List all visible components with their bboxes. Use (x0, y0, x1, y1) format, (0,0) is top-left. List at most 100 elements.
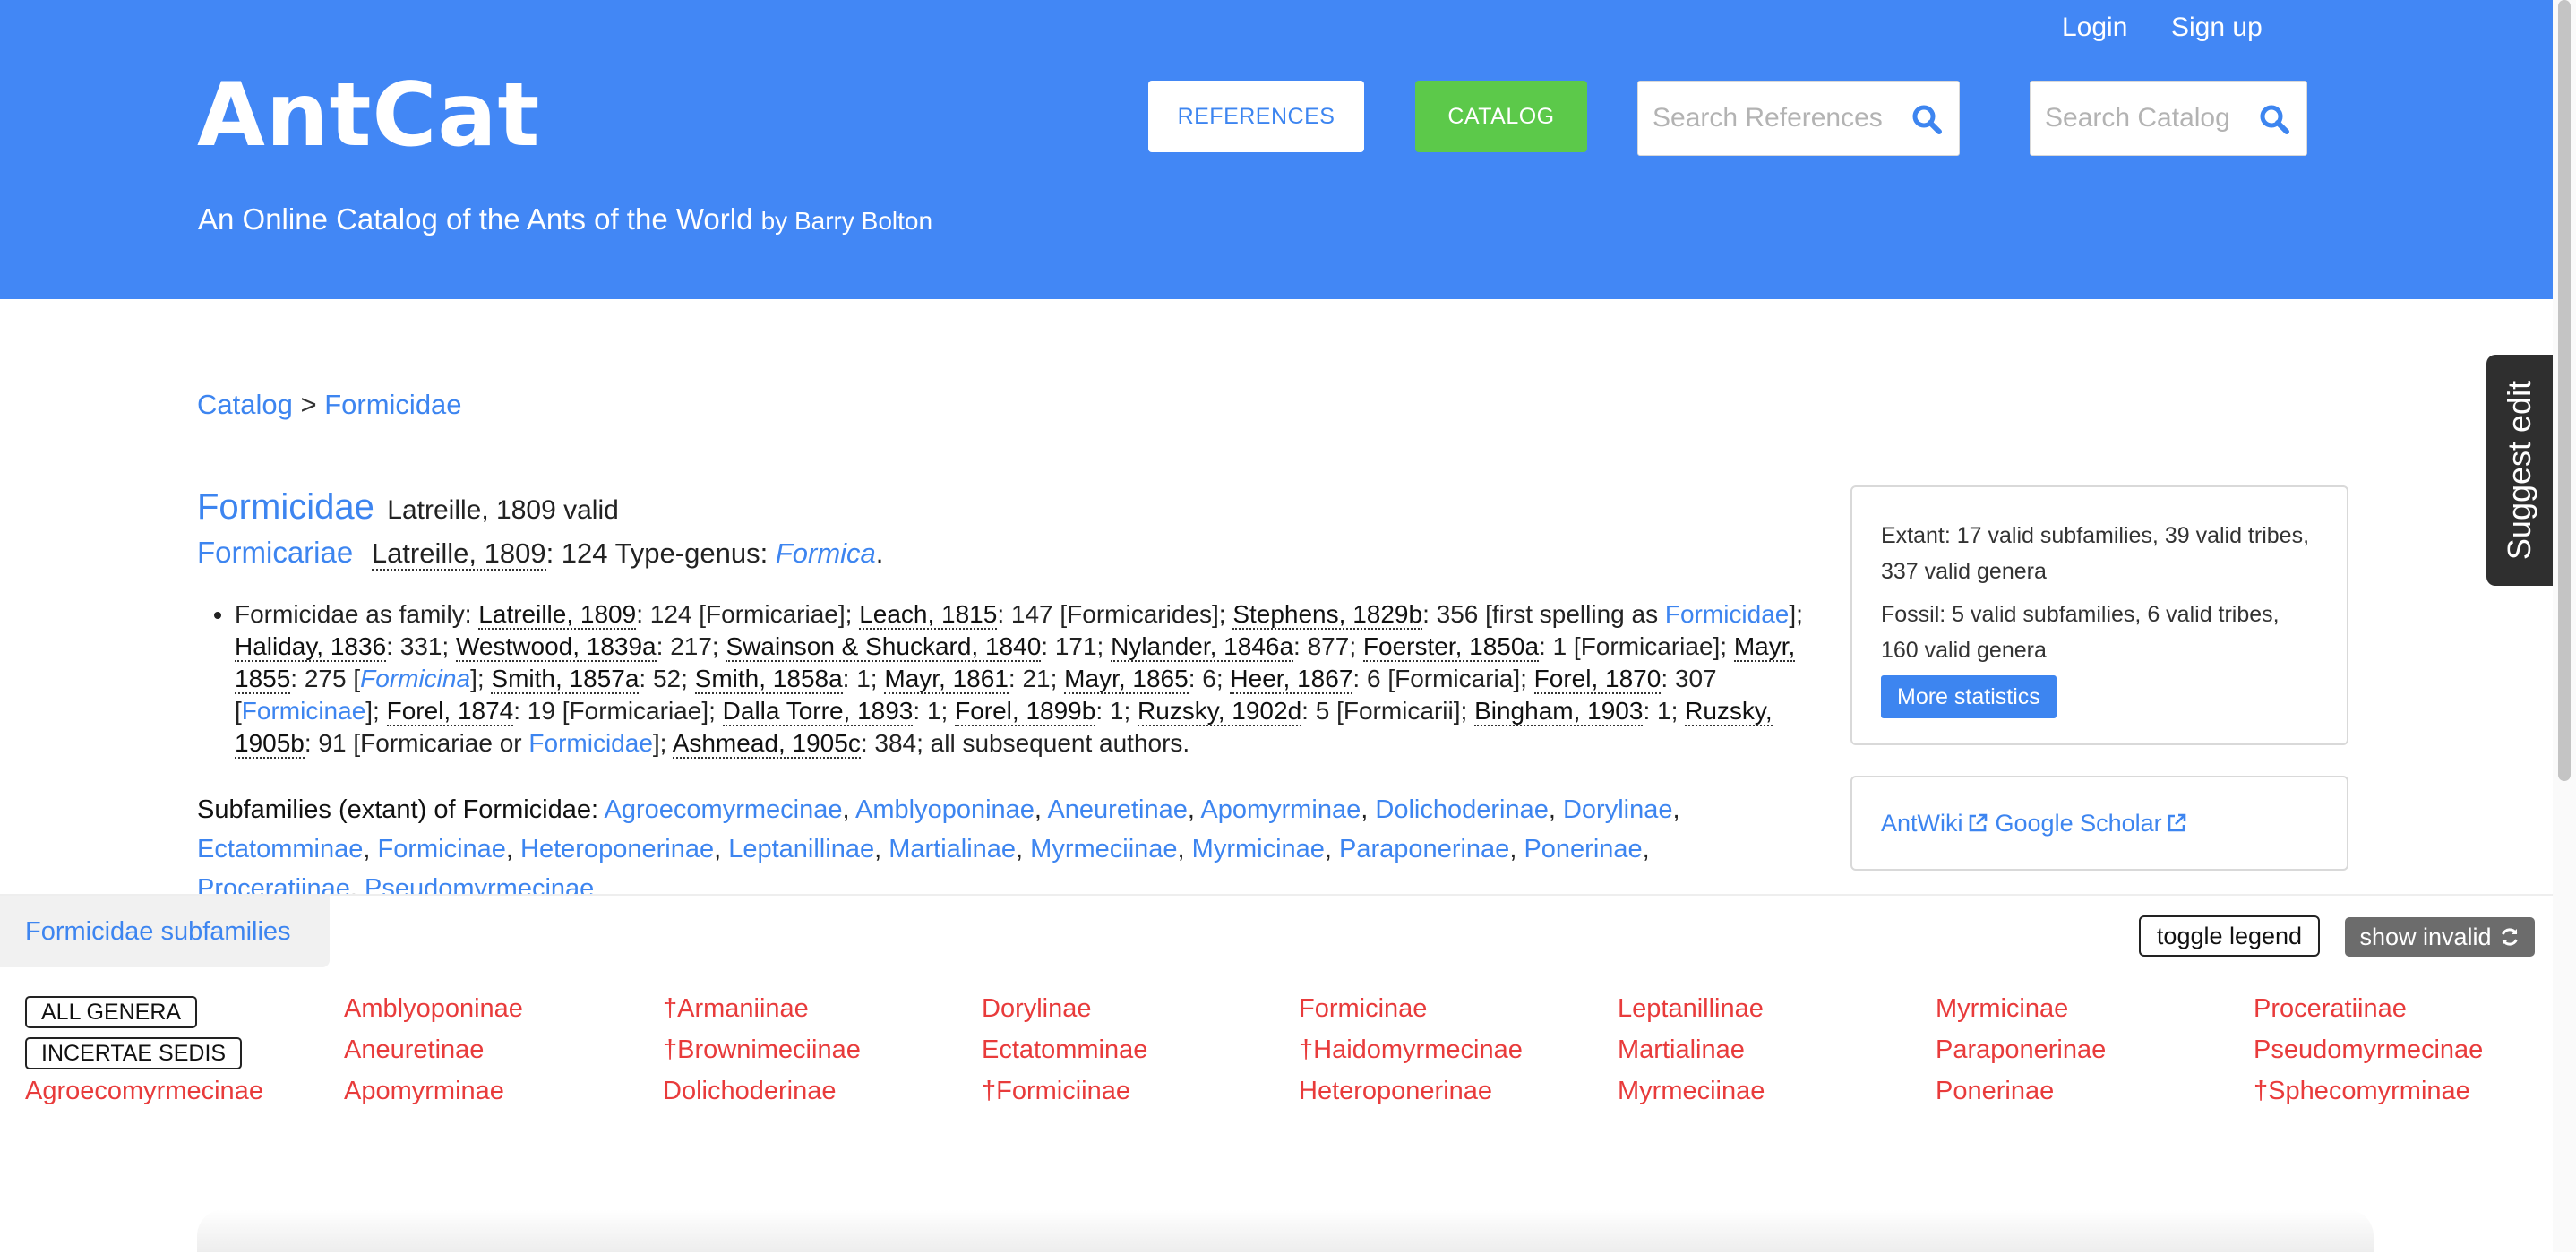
reference-link[interactable]: Mayr, 1865 (1064, 665, 1189, 694)
subfamily-link[interactable]: Martialinae (1618, 1035, 1745, 1065)
reference-link[interactable]: Leach, 1815 (859, 600, 998, 630)
incertae-sedis-button[interactable]: INCERTAE SEDIS (25, 1037, 243, 1069)
subfamily-link[interactable]: Paraponerinae (1936, 1035, 2106, 1065)
reference-link[interactable]: Dalla Torre, 1893 (722, 697, 914, 726)
subfamily-link[interactable]: Martialinae (889, 835, 1016, 863)
subfamily-link[interactable]: Agroecomyrmecinae (605, 795, 843, 824)
reference-link[interactable]: Smith, 1857a (491, 665, 640, 694)
list-separator: , (1177, 835, 1192, 863)
subfamily-link[interactable]: †Sphecomyrminae (2254, 1077, 2470, 1106)
suggest-edit-button[interactable]: Suggest edit (2486, 355, 2553, 586)
breadcrumb: Catalog > Formicidae (197, 389, 462, 421)
reference-link[interactable]: Haliday, 1836 (235, 632, 387, 662)
reference-link[interactable]: Forel, 1870 (1533, 665, 1662, 694)
subfamily-link[interactable]: Myrmicinae (1936, 994, 2068, 1024)
subfamily-link[interactable]: Amblyoponinae (344, 994, 523, 1024)
toggle-legend-button[interactable]: toggle legend (2139, 915, 2320, 957)
taxon-link[interactable]: Formicidae (1665, 600, 1789, 628)
reference-link[interactable]: Foerster, 1850a (1362, 632, 1540, 662)
breadcrumb-separator: > (300, 389, 317, 420)
subfamily-link[interactable]: Myrmicinae (1192, 835, 1325, 863)
signup-link[interactable]: Sign up (2171, 13, 2263, 43)
subfamily-link[interactable]: Dorylinae (1563, 795, 1673, 824)
taxon-name[interactable]: Formicidae (197, 487, 374, 527)
reference-link[interactable]: Forel, 1874 (386, 697, 514, 726)
history-text: : 52; (639, 665, 695, 692)
more-statistics-button[interactable]: More statistics (1881, 675, 2057, 718)
subfamily-link[interactable]: Proceratiinae (2254, 994, 2407, 1024)
panel-tab-subfamilies[interactable]: Formicidae subfamilies (0, 896, 330, 967)
taxon-link[interactable]: Formicidae (528, 729, 652, 757)
taxon-author-status: Latreille, 1809 valid (387, 495, 619, 525)
subfamily-link[interactable]: Myrmeciinae (1618, 1077, 1765, 1106)
subfamily-link[interactable]: Leptanillinae (728, 835, 874, 863)
subfamily-link[interactable]: Dolichoderinae (1375, 795, 1548, 824)
type-genus-link[interactable]: Formica (776, 537, 876, 569)
reference-link[interactable]: Forel, 1899b (955, 697, 1096, 726)
reference-link[interactable]: Bingham, 1903 (1474, 697, 1644, 726)
subfamily-link[interactable]: Leptanillinae (1618, 994, 1764, 1024)
catalog-button[interactable]: CATALOG (1415, 81, 1587, 152)
subfamily-link[interactable]: Amblyoponinae (855, 795, 1035, 824)
site-logo[interactable]: AntCat (197, 72, 540, 159)
subfamily-link[interactable]: Dorylinae (982, 994, 1092, 1024)
references-button[interactable]: REFERENCES (1148, 81, 1364, 152)
history-text: : 217; (656, 632, 726, 660)
history-text: : 19 [Formicariae]; (513, 697, 723, 725)
reference-link[interactable]: Latreille, 1809 (478, 600, 637, 630)
subfamily-link[interactable]: Apomyrminae (1200, 795, 1361, 824)
reference-link[interactable]: Westwood, 1839a (456, 632, 657, 662)
subfamilies-browser-panel: Formicidae subfamilies toggle legend sho… (0, 894, 2553, 1254)
subfamily-link[interactable]: †Brownimeciinae (663, 1035, 861, 1065)
subfamily-link[interactable]: †Haidomyrmecinae (1299, 1035, 1523, 1065)
subfamily-link[interactable]: Formicinae (377, 835, 505, 863)
subfamily-link[interactable]: †Armaniinae (663, 994, 809, 1024)
subfamily-link[interactable]: Heteroponerinae (1299, 1077, 1492, 1106)
subfamily-link[interactable]: †Formiciinae (982, 1077, 1130, 1106)
history-text: : 1; (1643, 697, 1686, 725)
reference-link[interactable]: Swainson & Shuckard, 1840 (726, 632, 1042, 662)
subfamily-link[interactable]: Agroecomyrmecinae (25, 1077, 263, 1106)
subfamily-link[interactable]: Myrmeciinae (1030, 835, 1177, 863)
subfamily-link[interactable]: Ponerinae (1524, 835, 1642, 863)
breadcrumb-catalog[interactable]: Catalog (197, 389, 293, 420)
subfamily-link[interactable]: Apomyrminae (344, 1077, 504, 1106)
history-text: : 6; (1188, 665, 1231, 692)
reference-link[interactable]: Nylander, 1846a (1111, 632, 1294, 662)
subfamily-link[interactable]: Heteroponerinae (520, 835, 714, 863)
reference-link[interactable]: Stephens, 1829b (1232, 600, 1423, 630)
scrollbar-thumb[interactable] (2558, 0, 2571, 781)
site-header: AntCat An Online Catalog of the Ants of … (0, 0, 2553, 299)
list-separator: , (1187, 795, 1201, 824)
search-icon[interactable] (2258, 103, 2290, 135)
login-link[interactable]: Login (2062, 13, 2127, 43)
breadcrumb-current[interactable]: Formicidae (324, 389, 461, 420)
subfamily-link[interactable]: Dolichoderinae (663, 1077, 836, 1106)
protonym-page: : 124 Type-genus: (545, 537, 776, 569)
subfamily-link[interactable]: Proceratiinae (197, 874, 350, 896)
google-scholar-link[interactable]: Google Scholar (1996, 810, 2162, 837)
taxon-link[interactable]: Formicinae (242, 697, 365, 725)
subfamily-link[interactable]: Ponerinae (1936, 1077, 2054, 1106)
reference-link[interactable]: Ashmead, 1905c (672, 729, 861, 759)
subfamily-link[interactable]: Aneuretinae (1047, 795, 1187, 824)
subfamily-link[interactable]: Ectatomminae (982, 1035, 1147, 1065)
list-separator: , (349, 874, 365, 896)
subfamily-link[interactable]: Ectatomminae (197, 835, 363, 863)
subfamily-link[interactable]: Pseudomyrmecinae (365, 874, 594, 896)
reference-link[interactable]: Smith, 1858a (694, 665, 843, 694)
show-invalid-button[interactable]: show invalid (2345, 917, 2535, 957)
subfamily-link[interactable]: Formicinae (1299, 994, 1427, 1024)
subfamily-link[interactable]: Aneuretinae (344, 1035, 484, 1065)
protonym-reference[interactable]: Latreille, 1809 (371, 537, 546, 571)
all-genera-button[interactable]: ALL GENERA (25, 996, 198, 1028)
antwiki-link[interactable]: AntWiki (1881, 810, 1963, 837)
search-icon[interactable] (1911, 103, 1943, 135)
reference-link[interactable]: Heer, 1867 (1230, 665, 1353, 694)
subfamily-link[interactable]: Pseudomyrmecinae (2254, 1035, 2483, 1065)
taxon-link[interactable]: Formicina (360, 665, 470, 692)
protonym-name[interactable]: Formicariae (197, 536, 353, 569)
reference-link[interactable]: Mayr, 1861 (884, 665, 1009, 694)
reference-link[interactable]: Ruzsky, 1902d (1138, 697, 1302, 726)
subfamily-link[interactable]: Paraponerinae (1339, 835, 1509, 863)
